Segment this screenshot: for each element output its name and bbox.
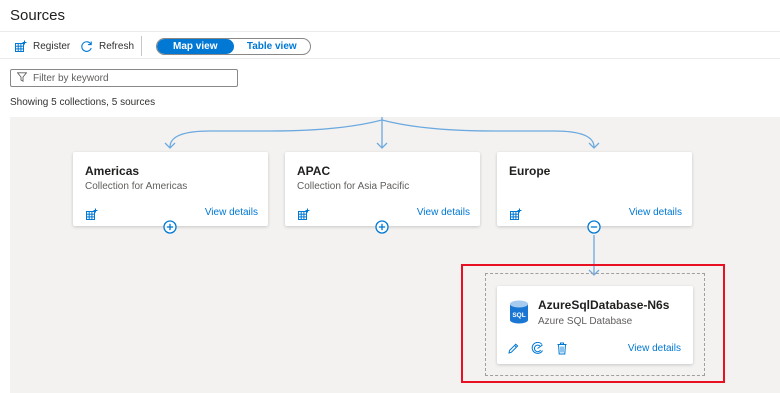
- filter-input[interactable]: [33, 72, 223, 84]
- delete-icon[interactable]: [556, 342, 568, 360]
- view-details-link[interactable]: View details: [629, 207, 682, 218]
- view-details-link[interactable]: View details: [205, 207, 258, 218]
- scan-icon[interactable]: [531, 341, 544, 360]
- source-type: Azure SQL Database: [538, 316, 633, 327]
- collection-description: Collection for Americas: [85, 181, 188, 192]
- toolbar: Register Refresh Map view Table view: [0, 31, 780, 59]
- collection-card-americas[interactable]: Americas Collection for Americas View de…: [73, 152, 268, 226]
- filter-box[interactable]: [10, 69, 238, 87]
- collection-name: APAC: [297, 164, 331, 178]
- collection-description: Collection for Asia Pacific: [297, 181, 410, 192]
- register-source-icon[interactable]: [297, 208, 310, 226]
- register-source-icon[interactable]: [85, 208, 98, 226]
- collection-card-apac[interactable]: APAC Collection for Asia Pacific View de…: [285, 152, 480, 226]
- table-view-tab[interactable]: Table view: [234, 39, 311, 54]
- sql-icon-text: SQL: [512, 312, 525, 319]
- source-name: AzureSqlDatabase-N6s: [538, 298, 670, 312]
- view-details-link[interactable]: View details: [417, 207, 470, 218]
- collection-card-europe[interactable]: Europe View details: [497, 152, 692, 226]
- results-summary: Showing 5 collections, 5 sources: [10, 97, 156, 108]
- register-button[interactable]: Register: [14, 32, 70, 60]
- collection-name: Europe: [509, 164, 551, 178]
- toolbar-divider: [141, 36, 142, 56]
- page-title: Sources: [10, 7, 66, 24]
- source-card[interactable]: SQL AzureSqlDatabase-N6s Azure SQL Datab…: [497, 286, 693, 364]
- collapse-icon[interactable]: [587, 220, 601, 234]
- source-actions: [507, 341, 568, 360]
- view-toggle: Map view Table view: [156, 38, 311, 55]
- edit-icon[interactable]: [507, 342, 519, 360]
- refresh-icon: [80, 40, 93, 53]
- collection-name: Americas: [85, 164, 140, 178]
- register-label: Register: [33, 40, 71, 52]
- refresh-button[interactable]: Refresh: [80, 32, 134, 60]
- view-details-link[interactable]: View details: [628, 343, 681, 354]
- refresh-label: Refresh: [99, 40, 135, 52]
- register-source-icon[interactable]: [509, 208, 522, 226]
- sql-database-icon: SQL: [509, 300, 529, 329]
- filter-icon: [16, 69, 28, 87]
- register-icon: [14, 40, 27, 53]
- map-view-tab[interactable]: Map view: [157, 39, 234, 54]
- expand-icon[interactable]: [375, 220, 389, 234]
- expand-icon[interactable]: [163, 220, 177, 234]
